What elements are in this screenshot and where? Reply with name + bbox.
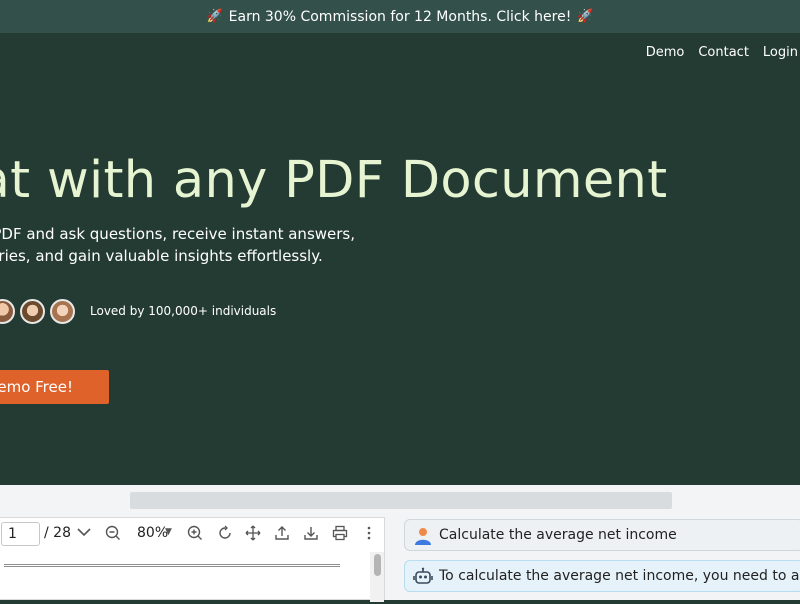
- rotate-icon[interactable]: [217, 525, 233, 545]
- rocket-icon: 🚀: [577, 9, 594, 24]
- social-proof-text: Loved by 100,000+ individuals: [90, 304, 277, 318]
- more-options-icon[interactable]: [366, 525, 372, 545]
- user-icon: [413, 526, 433, 546]
- user-message: Calculate the average net income: [404, 519, 800, 551]
- print-icon[interactable]: [332, 525, 348, 545]
- pan-icon[interactable]: [245, 525, 261, 545]
- loading-bar-placeholder: [130, 492, 672, 509]
- user-avatars: [0, 299, 75, 324]
- rocket-icon: 🚀: [206, 9, 223, 24]
- pdf-viewer: / 28 80% ▼: [0, 517, 385, 602]
- chevron-down-icon[interactable]: [76, 525, 92, 543]
- page-number-input[interactable]: [1, 522, 40, 546]
- upload-icon[interactable]: [274, 525, 290, 545]
- hero-subtitle-line1: any PDF and ask questions, receive insta…: [0, 225, 356, 243]
- pdf-toolbar: / 28 80% ▼: [0, 518, 385, 550]
- hero-subtitle: any PDF and ask questions, receive insta…: [0, 223, 355, 267]
- promo-banner[interactable]: 🚀 Earn 30% Commission for 12 Months. Cli…: [0, 0, 800, 33]
- pdf-page: [4, 564, 340, 604]
- avatar: [20, 299, 45, 324]
- robot-icon: [413, 567, 433, 587]
- zoom-out-icon[interactable]: [105, 525, 121, 545]
- nav-demo-link[interactable]: Demo: [646, 45, 685, 60]
- chat-panel: Calculate the average net income To calc…: [404, 519, 800, 600]
- hero-headline: hat with any PDF Document: [0, 151, 668, 210]
- caret-down-icon[interactable]: ▼: [165, 527, 172, 537]
- nav-login-link[interactable]: Login: [763, 45, 798, 60]
- nav-contact-link[interactable]: Contact: [698, 45, 749, 60]
- hero-subtitle-line2: mmaries, and gain valuable insights effo…: [0, 247, 323, 265]
- bot-message: To calculate the average net income, you…: [404, 560, 800, 592]
- zoom-in-icon[interactable]: [187, 525, 203, 545]
- promo-banner-text[interactable]: Earn 30% Commission for 12 Months. Click…: [229, 9, 572, 25]
- bot-message-text: To calculate the average net income, you…: [439, 568, 800, 584]
- try-demo-button[interactable]: Demo Free!: [0, 370, 109, 404]
- download-icon[interactable]: [303, 525, 319, 545]
- page-total: / 28: [44, 525, 71, 541]
- avatar: [50, 299, 75, 324]
- hero-section: Demo Contact Login hat with any PDF Docu…: [0, 33, 800, 485]
- top-nav: Demo Contact Login: [646, 45, 798, 60]
- user-message-text: Calculate the average net income: [439, 527, 677, 543]
- avatar: [0, 299, 15, 324]
- zoom-level-select[interactable]: 80%: [137, 525, 168, 541]
- demo-app-preview: / 28 80% ▼: [0, 485, 800, 602]
- scrollbar-thumb[interactable]: [374, 554, 381, 576]
